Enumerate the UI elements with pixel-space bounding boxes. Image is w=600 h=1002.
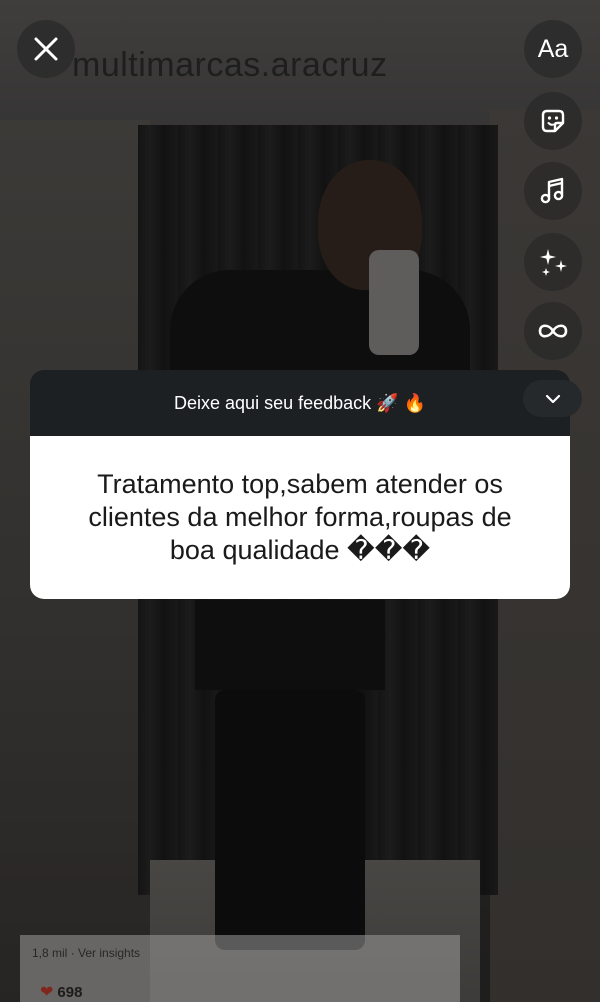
boomerang-tool-button[interactable]: [524, 302, 582, 360]
question-sticker-card[interactable]: Deixe aqui seu feedback 🚀 🔥 Tratamento t…: [30, 370, 570, 599]
question-answer: Tratamento top,sabem atender os clientes…: [30, 436, 570, 599]
close-icon: [34, 37, 58, 61]
chevron-down-icon: [545, 394, 560, 403]
collapse-button[interactable]: [523, 380, 582, 417]
sticker-tool-button[interactable]: [524, 92, 582, 150]
text-tool-button[interactable]: Aa: [524, 20, 582, 78]
close-button[interactable]: [17, 20, 75, 78]
infinity-icon: [538, 324, 568, 338]
sparkles-icon: [540, 249, 567, 276]
effects-tool-button[interactable]: [524, 233, 582, 291]
question-prompt: Deixe aqui seu feedback 🚀 🔥: [30, 370, 570, 436]
sticker-icon: [541, 109, 565, 133]
music-tool-button[interactable]: [524, 162, 582, 220]
text-icon: Aa: [537, 34, 569, 63]
music-note-icon: [540, 177, 564, 204]
answer-text: Tratamento top,sabem atender os clientes…: [88, 469, 512, 565]
